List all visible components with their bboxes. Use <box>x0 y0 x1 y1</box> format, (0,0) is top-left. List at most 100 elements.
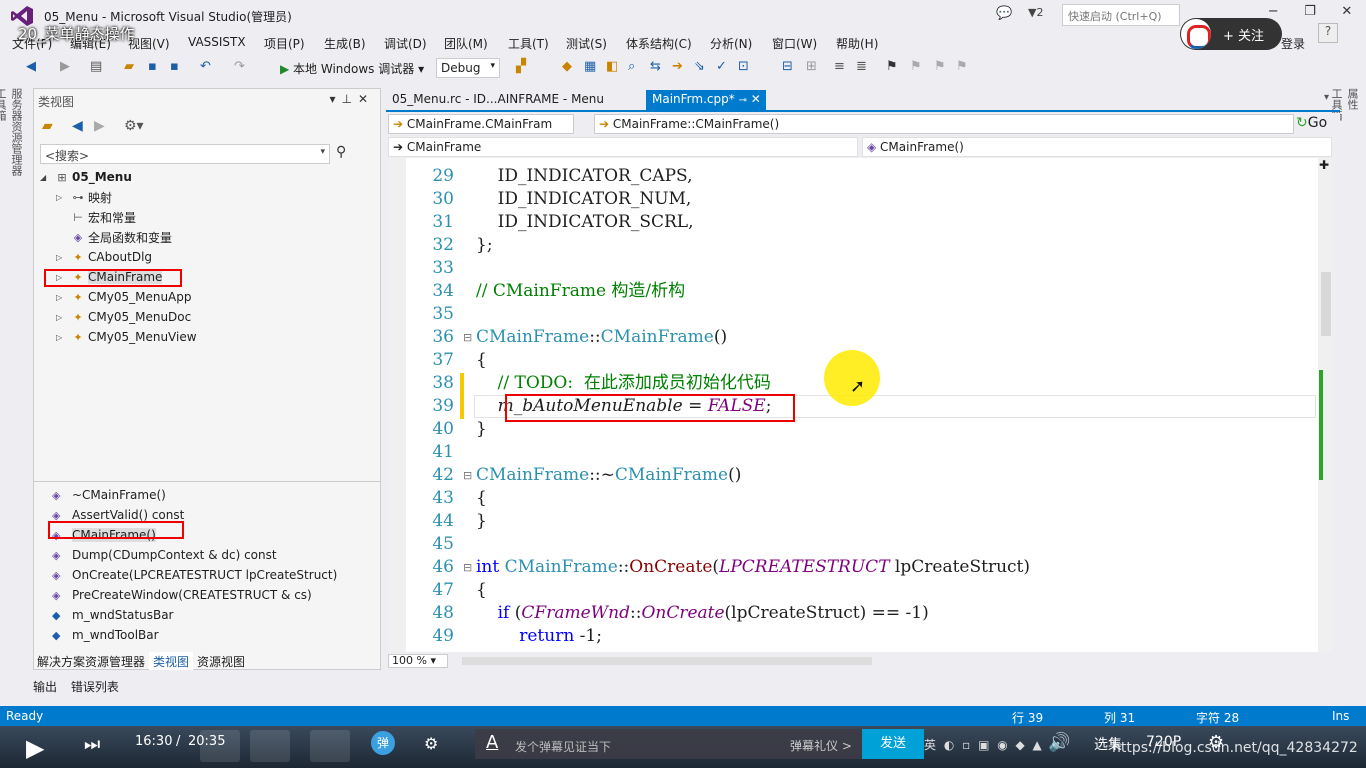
fold-icon[interactable]: ⊟ <box>463 464 472 487</box>
menu-tools[interactable]: 工具(T) <box>508 32 549 55</box>
toolbar-icon-4[interactable]: ◧ <box>606 59 618 74</box>
tree-item-class[interactable]: ▷ ✦ CMy05_MenuApp <box>56 287 192 307</box>
code-line[interactable]: 48 if (CFrameWnd::OnCreate(lpCreateStruc… <box>388 602 1318 625</box>
tab-solution-explorer[interactable]: 解决方案资源管理器 <box>33 652 149 670</box>
menu-test[interactable]: 测试(S) <box>566 32 607 55</box>
tree-item-project[interactable]: ◢ ⊞ 05_Menu <box>40 167 132 187</box>
toolbar-icon-3[interactable]: ▦ <box>584 59 596 74</box>
code-line[interactable]: 42 ⊟ CMainFrame::~CMainFrame() <box>388 464 1318 487</box>
forward-icon[interactable]: ▶ <box>94 118 105 134</box>
login-link[interactable]: 登录 <box>1281 35 1305 52</box>
volume-icon[interactable]: 🔊 <box>1048 732 1070 753</box>
member-item[interactable]: ◈ PreCreateWindow(CREATESTRUCT & cs) <box>52 585 312 605</box>
code-line[interactable]: 36 ⊟ CMainFrame::CMainFrame() <box>388 326 1318 349</box>
close-panel-icon[interactable]: ✕ <box>358 92 374 106</box>
toolbar-icon-6[interactable]: ➔ <box>672 59 683 74</box>
code-line[interactable]: 47 { <box>388 579 1318 602</box>
member-combo[interactable]: ◈ CMainFrame() <box>862 137 1332 157</box>
uncomment-icon[interactable]: ≣ <box>856 59 867 74</box>
code-editor[interactable]: 29 ID_INDICATOR_CAPS, 30 ID_INDICATOR_NUM… <box>388 158 1332 652</box>
taskbar-app-icon[interactable] <box>250 730 290 762</box>
dropdown-icon[interactable]: ▾ <box>329 92 341 106</box>
toolbar-icon-7[interactable]: ⇘ <box>694 59 705 74</box>
definition-combo[interactable]: ➔ CMainFrame::CMainFrame() <box>594 114 1294 134</box>
context-combo[interactable]: ➔ CMainFrame.CMainFram <box>388 114 574 134</box>
undo-icon[interactable]: ↶ <box>200 59 211 74</box>
fold-icon[interactable]: ⊟ <box>463 556 472 579</box>
code-line[interactable]: 29 ID_INDICATOR_CAPS, <box>388 165 1318 188</box>
toolbar-icon-1[interactable]: ▞ <box>516 59 526 74</box>
danmaku-etiquette-link[interactable]: 弹幕礼仪 > <box>790 737 852 754</box>
redo-icon[interactable]: ↷ <box>234 59 245 74</box>
toolbar-icon-8[interactable]: ✓ <box>716 59 727 74</box>
tab-menu-rc[interactable]: 05_Menu.rc - ID...AINFRAME - Menu <box>386 90 610 110</box>
close-icon[interactable]: ✕ <box>1341 4 1352 24</box>
feedback-icon[interactable]: 💬 <box>996 6 1012 21</box>
settings-icon[interactable]: ⚙▾ <box>124 118 144 134</box>
next-bookmark-icon[interactable]: ⚑ <box>934 59 946 74</box>
toolbar-icon-5[interactable]: ⇆ <box>650 59 661 74</box>
code-line[interactable]: 46 ⊟ int CMainFrame::OnCreate(LPCREATESTRU… <box>388 556 1318 579</box>
code-line[interactable]: 35 <box>388 303 1318 326</box>
pin-icon[interactable]: ⊥ <box>341 92 357 106</box>
split-icon[interactable]: ✚ <box>1319 158 1329 172</box>
tree-item-globals[interactable]: ◈ 全局函数和变量 <box>68 227 172 247</box>
go-button[interactable]: ↻Go <box>1296 115 1327 131</box>
code-line[interactable]: 34 // CMainFrame 构造/析构 <box>388 280 1318 303</box>
tree-item-class[interactable]: ▷ ✦ CAboutDlg <box>56 247 152 267</box>
clear-bookmark-icon[interactable]: ⚑ <box>956 59 968 74</box>
maximize-icon[interactable]: ❐ <box>1304 4 1316 24</box>
member-item[interactable]: ◈ ~CMainFrame() <box>52 485 166 505</box>
code-line[interactable]: 31 ID_INDICATOR_SCRL, <box>388 211 1318 234</box>
search-icon[interactable]: ⚲ <box>336 144 346 160</box>
save-all-icon[interactable]: ▪ <box>170 59 179 74</box>
danmaku-style-icon[interactable]: A <box>486 732 498 753</box>
follow-button[interactable]: + 关注 <box>1180 18 1282 50</box>
code-line[interactable]: 33 <box>388 257 1318 280</box>
tab-class-view[interactable]: 类视图 <box>149 652 194 670</box>
send-button[interactable]: 发送 <box>862 729 924 759</box>
member-item[interactable]: ◆ m_wndStatusBar <box>52 605 173 625</box>
forward-icon[interactable]: ▶ <box>60 59 70 74</box>
toolbar-icon-2[interactable]: ◆ <box>562 59 572 74</box>
tree-item-macros[interactable]: ⊢ 宏和常量 <box>68 207 136 227</box>
code-line[interactable]: 41 <box>388 441 1318 464</box>
new-folder-icon[interactable]: ▰ <box>42 118 53 134</box>
toolbar-icon-10[interactable]: ⊟ <box>782 59 793 74</box>
tree-item-maps[interactable]: ▷ ⊶ 映射 <box>56 187 112 207</box>
pin-icon[interactable]: ⊸ <box>739 95 747 106</box>
code-line[interactable]: 32}; <box>388 234 1318 257</box>
member-item[interactable]: ◈ Dump(CDumpContext & dc) const <box>52 545 277 565</box>
prev-bookmark-icon[interactable]: ⚑ <box>910 59 922 74</box>
back-icon[interactable]: ◀ <box>26 59 36 74</box>
menu-team[interactable]: 团队(M) <box>444 32 488 55</box>
menu-project[interactable]: 项目(P) <box>264 32 305 55</box>
next-icon[interactable]: ⏭ <box>84 734 100 755</box>
code-line[interactable]: 45 <box>388 533 1318 556</box>
help-icon[interactable]: ? <box>1318 23 1338 43</box>
play-icon[interactable]: ▶ <box>26 734 44 762</box>
member-item[interactable]: ◈ OnCreate(LPCREATESTRUCT lpCreateStruct) <box>52 565 337 585</box>
back-icon[interactable]: ◀ <box>72 118 83 134</box>
properties-vtab[interactable]: 属性 <box>1344 88 1360 194</box>
menu-analyze[interactable]: 分析(N) <box>710 32 752 55</box>
tab-error-list[interactable]: 错误列表 <box>71 680 119 694</box>
bookmark-icon[interactable]: ⚑ <box>886 59 898 74</box>
toolbar-icon-9[interactable]: ⊡ <box>738 59 749 74</box>
left-vertical-tabs[interactable]: 服务器资源管理器 工具箱 <box>0 88 24 188</box>
new-project-icon[interactable]: ▤ <box>90 59 102 74</box>
quick-launch-input[interactable]: 快速启动 (Ctrl+Q) <box>1062 4 1180 26</box>
menu-debug[interactable]: 调试(D) <box>384 32 427 55</box>
menu-architecture[interactable]: 体系结构(C) <box>626 32 692 55</box>
menu-vassistx[interactable]: VASSISTX <box>188 32 246 52</box>
menu-help[interactable]: 帮助(H) <box>836 32 878 55</box>
danmaku-settings-icon[interactable]: ⚙ <box>424 734 438 753</box>
notifications-icon[interactable]: ▼2 <box>1028 6 1043 19</box>
tab-output[interactable]: 输出 <box>33 680 57 694</box>
class-view-search-input[interactable]: <搜索> ▾ <box>40 144 330 164</box>
tree-item-class[interactable]: ▷ ✦ CMy05_MenuView <box>56 327 197 347</box>
taskbar-app-icon[interactable] <box>310 730 350 762</box>
tab-resource-view[interactable]: 资源视图 <box>193 652 249 670</box>
zoom-select[interactable]: 100 % ▾ <box>388 654 448 668</box>
fold-icon[interactable]: ⊟ <box>463 326 472 349</box>
